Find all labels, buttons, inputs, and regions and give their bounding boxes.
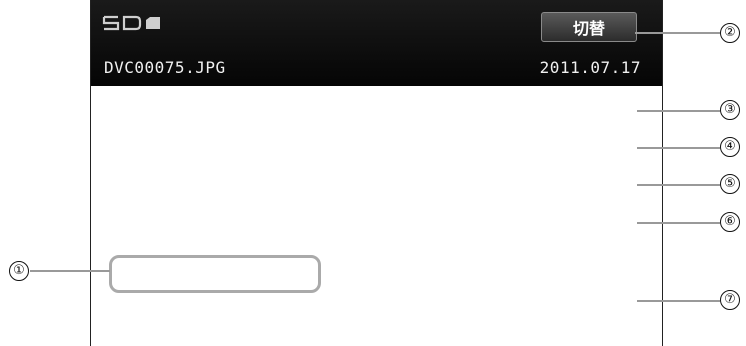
callout-7: ⑦ [720,290,740,310]
switch-button[interactable]: 切替 [541,12,637,42]
screen-left-edge [90,0,91,346]
callout-3: ③ [720,100,740,120]
callout-6: ⑥ [720,212,740,232]
file-date: 2011.07.17 [539,58,641,77]
leader-line-5 [637,184,720,186]
info-header-bar: DVC00075.JPG 2011.07.17 切替 [90,0,663,86]
screen-right-edge [662,0,663,346]
callout-2: ② [720,23,740,43]
file-name: DVC00075.JPG [104,58,226,77]
leader-line-6 [637,222,720,224]
leader-line-7 [637,300,720,302]
leader-line-2 [635,32,720,34]
callout-1: ① [9,261,29,281]
sd-card-icon [102,15,160,31]
leader-line-3 [637,110,720,112]
caption-box[interactable] [109,255,321,293]
leader-line-1 [30,270,110,272]
callout-5: ⑤ [720,174,740,194]
callout-4: ④ [720,137,740,157]
leader-line-4 [637,147,720,149]
